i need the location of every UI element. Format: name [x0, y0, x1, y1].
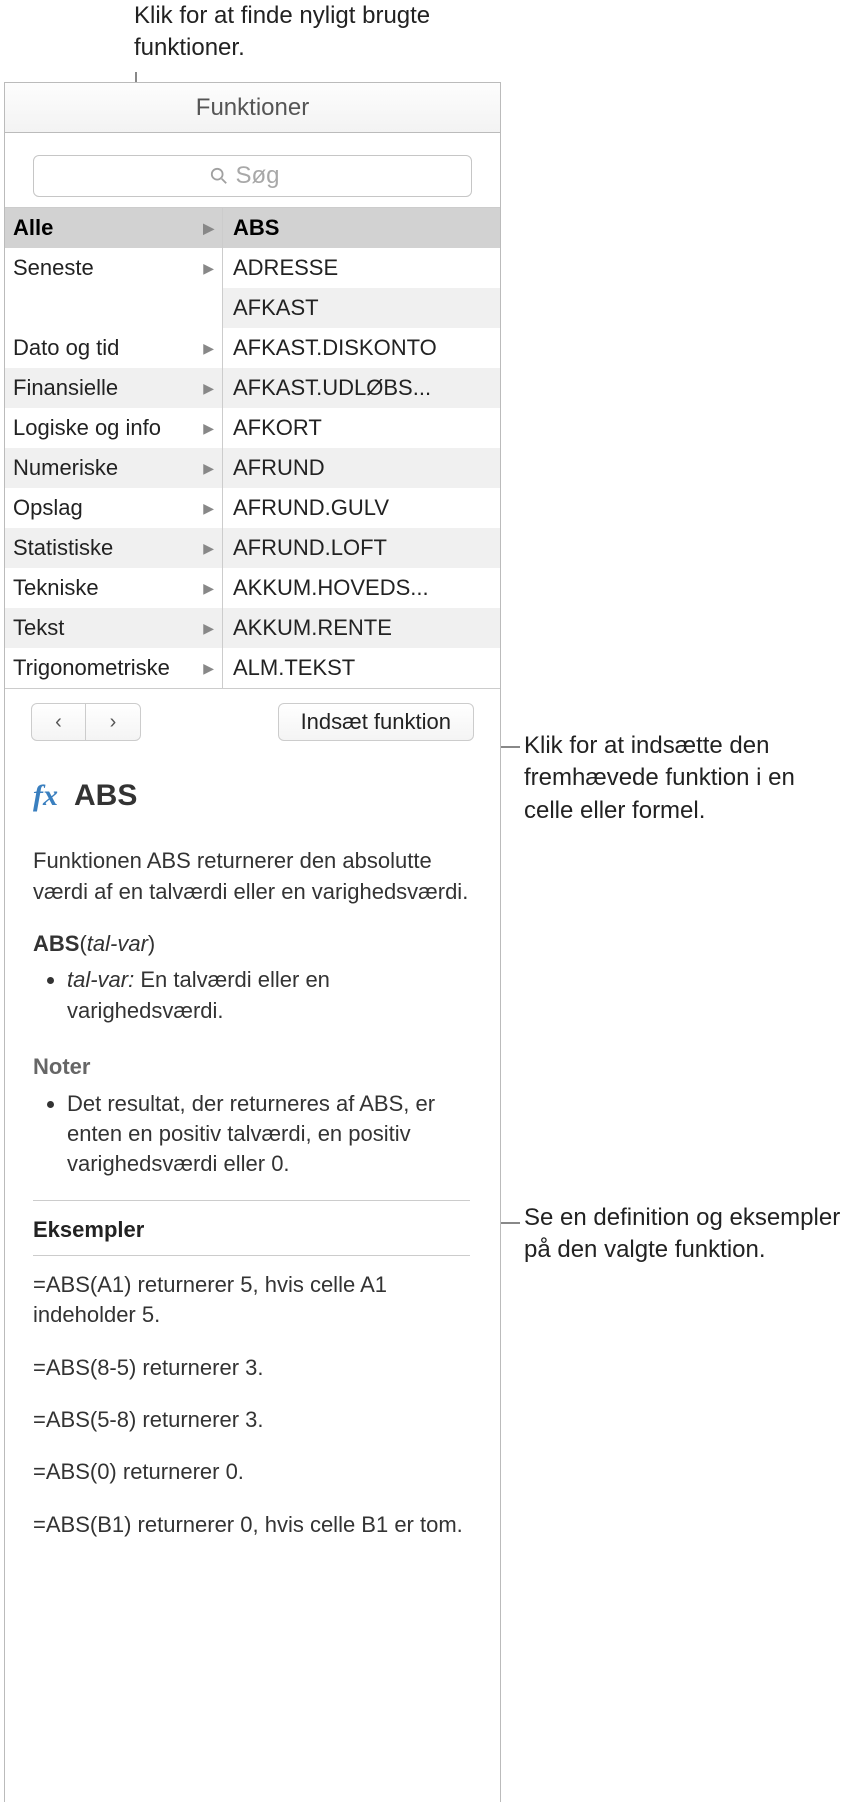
function-row[interactable]: AFKORT: [223, 408, 500, 448]
category-row[interactable]: Finansielle▶: [5, 368, 222, 408]
category-label: Alle: [13, 215, 199, 241]
category-label: Finansielle: [13, 375, 199, 401]
browser-toolbar: ‹ › Indsæt funktion: [5, 689, 500, 751]
category-row[interactable]: Numeriske▶: [5, 448, 222, 488]
function-heading: fx ABS: [33, 775, 470, 816]
function-row[interactable]: AFRUND.GULV: [223, 488, 500, 528]
category-row[interactable]: Tekst▶: [5, 608, 222, 648]
function-row[interactable]: ADRESSE: [223, 248, 500, 288]
syntax-close-paren: ): [148, 931, 155, 956]
nav-button-group: ‹ ›: [31, 703, 141, 741]
function-row[interactable]: AFKAST.DISKONTO: [223, 328, 500, 368]
functions-panel: Funktioner Alle▶ Seneste▶ Dato og tid▶ F…: [4, 82, 501, 1802]
chevron-right-icon: ▶: [203, 500, 214, 517]
function-row[interactable]: ALM.TEKST: [223, 648, 500, 688]
syntax-param: tal-var: [87, 931, 148, 956]
example-item: =ABS(0) returnerer 0.: [33, 1457, 470, 1487]
examples-list: =ABS(A1) returnerer 5, hvis celle A1 ind…: [33, 1270, 470, 1540]
section-divider: [33, 1200, 470, 1201]
category-row[interactable]: Logiske og info▶: [5, 408, 222, 448]
chevron-right-icon: ▶: [203, 340, 214, 357]
section-divider: [33, 1255, 470, 1256]
function-row[interactable]: AKKUM.HOVEDS...: [223, 568, 500, 608]
chevron-right-icon: ▶: [203, 540, 214, 557]
chevron-right-icon: ▶: [203, 620, 214, 637]
parameter-item: tal-var: En talværdi eller en varighedsv…: [67, 965, 470, 1026]
search-input-wrapper[interactable]: [33, 155, 472, 197]
note-item: Det resultat, der returneres af ABS, er …: [67, 1089, 470, 1180]
category-row[interactable]: Opslag▶: [5, 488, 222, 528]
insert-function-button[interactable]: Indsæt funktion: [278, 703, 474, 741]
chevron-right-icon: ▶: [203, 460, 214, 477]
syntax-fn-name: ABS: [33, 931, 79, 956]
category-label: Tekst: [13, 615, 199, 641]
category-row[interactable]: Trigonometriske▶: [5, 648, 222, 688]
chevron-right-icon: ›: [110, 711, 117, 733]
callout-definition: Se en definition og eksempler på den val…: [524, 1202, 844, 1267]
chevron-right-icon: ▶: [203, 260, 214, 277]
chevron-right-icon: ▶: [203, 580, 214, 597]
parameter-name: tal-var:: [67, 967, 134, 992]
callout-recent: Klik for at finde nyligt brugte funktion…: [134, 0, 434, 65]
function-description: Funktionen ABS returnerer den absolutte …: [33, 846, 470, 907]
fx-icon: fx: [33, 775, 58, 816]
panel-title: Funktioner: [5, 83, 500, 133]
chevron-right-icon: ▶: [203, 420, 214, 437]
browser-columns: Alle▶ Seneste▶ Dato og tid▶ Finansielle▶…: [5, 207, 500, 689]
category-label: Tekniske: [13, 575, 199, 601]
category-label: Logiske og info: [13, 415, 199, 441]
syntax-open-paren: (: [79, 931, 86, 956]
function-row[interactable]: AFKAST.UDLØBS...: [223, 368, 500, 408]
nav-forward-button[interactable]: ›: [86, 704, 140, 740]
chevron-right-icon: ▶: [203, 380, 214, 397]
category-row[interactable]: Seneste▶: [5, 248, 222, 288]
category-label: Seneste: [13, 255, 199, 281]
category-label: Opslag: [13, 495, 199, 521]
function-row[interactable]: AFKAST: [223, 288, 500, 328]
category-label: Trigonometriske: [13, 655, 199, 681]
category-label: Numeriske: [13, 455, 199, 481]
search-container: [5, 133, 500, 207]
category-label: Dato og tid: [13, 335, 199, 361]
function-row[interactable]: AFRUND: [223, 448, 500, 488]
example-item: =ABS(8-5) returnerer 3.: [33, 1353, 470, 1383]
function-row[interactable]: AFRUND.LOFT: [223, 528, 500, 568]
notes-heading: Noter: [33, 1052, 470, 1082]
callout-insert: Klik for at indsætte den fremhævede funk…: [524, 730, 844, 827]
function-row[interactable]: ABS: [223, 208, 500, 248]
search-input[interactable]: [236, 162, 296, 190]
notes-list: Det resultat, der returneres af ABS, er …: [33, 1089, 470, 1180]
function-row[interactable]: AKKUM.RENTE: [223, 608, 500, 648]
example-item: =ABS(B1) returnerer 0, hvis celle B1 er …: [33, 1510, 470, 1540]
nav-back-button[interactable]: ‹: [32, 704, 86, 740]
functions-column[interactable]: ABS ADRESSE AFKAST AFKAST.DISKONTO AFKAS…: [223, 208, 500, 688]
category-separator: [5, 288, 222, 328]
category-row[interactable]: Dato og tid▶: [5, 328, 222, 368]
parameter-list: tal-var: En talværdi eller en varighedsv…: [33, 965, 470, 1026]
category-row[interactable]: Alle▶: [5, 208, 222, 248]
categories-column[interactable]: Alle▶ Seneste▶ Dato og tid▶ Finansielle▶…: [5, 208, 223, 688]
example-item: =ABS(A1) returnerer 5, hvis celle A1 ind…: [33, 1270, 470, 1331]
function-syntax: ABS(tal-var): [33, 929, 470, 959]
category-row[interactable]: Tekniske▶: [5, 568, 222, 608]
chevron-right-icon: ▶: [203, 660, 214, 677]
category-label: Statistiske: [13, 535, 199, 561]
search-icon: [210, 167, 228, 185]
category-row[interactable]: Statistiske▶: [5, 528, 222, 568]
examples-heading: Eksempler: [33, 1215, 470, 1245]
chevron-left-icon: ‹: [55, 711, 62, 733]
function-detail: fx ABS Funktionen ABS returnerer den abs…: [5, 751, 500, 1572]
example-item: =ABS(5-8) returnerer 3.: [33, 1405, 470, 1435]
chevron-right-icon: ▶: [203, 220, 214, 237]
function-name: ABS: [74, 775, 137, 816]
